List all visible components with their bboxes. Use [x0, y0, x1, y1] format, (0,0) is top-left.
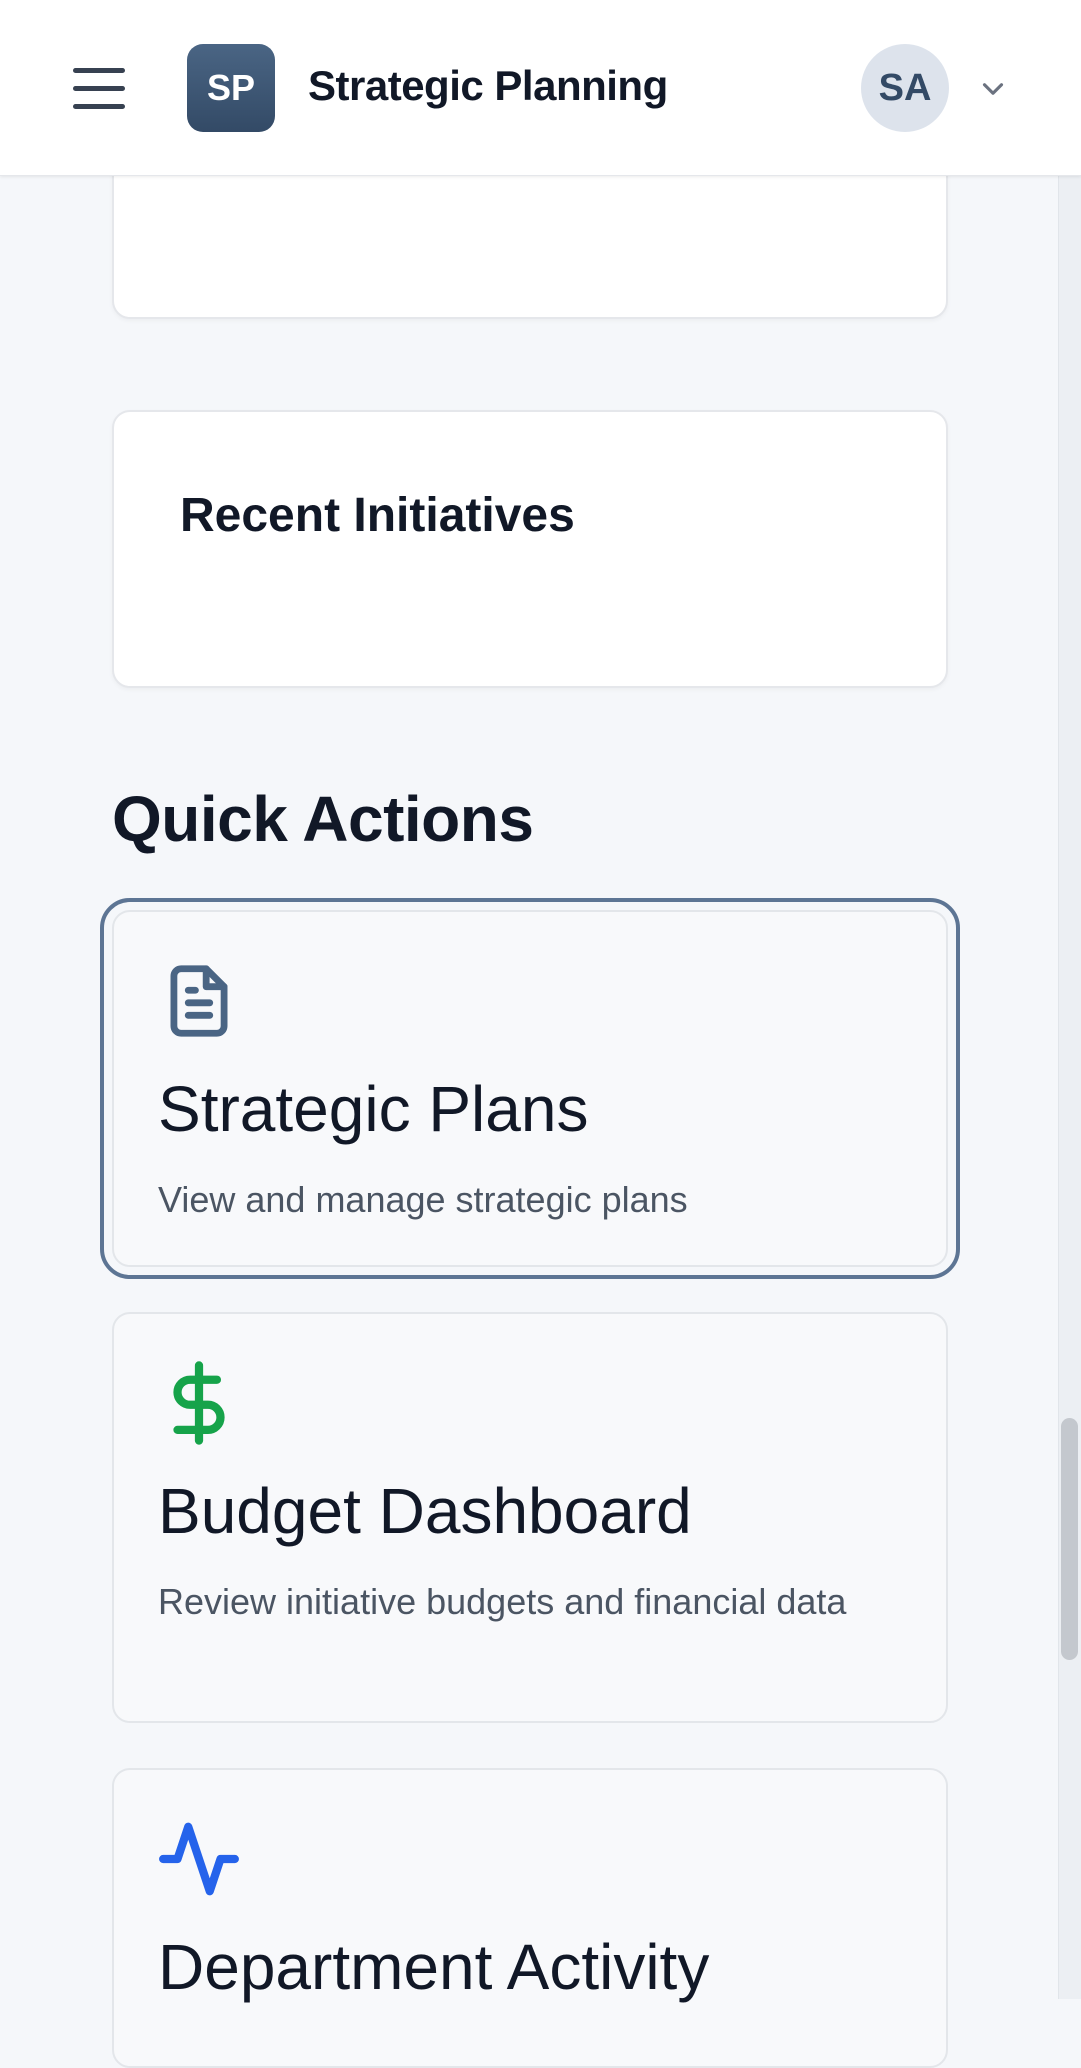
recent-initiatives-card: Recent Initiatives [112, 410, 948, 688]
scrollbar-thumb[interactable] [1061, 1418, 1078, 1660]
quick-action-description: View and manage strategic plans [158, 1179, 688, 1220]
recent-initiatives-title: Recent Initiatives [180, 489, 575, 542]
quick-action-department-activity[interactable]: Department Activity [112, 1768, 948, 2068]
quick-action-description: Review initiative budgets and financial … [158, 1581, 847, 1622]
document-icon [170, 965, 228, 1037]
app-logo[interactable]: SP [187, 44, 275, 132]
quick-action-title: Department Activity [158, 1931, 710, 2003]
quick-action-title: Strategic Plans [158, 1073, 589, 1145]
top-app-bar: SP Strategic Planning SA [0, 0, 1081, 176]
activity-icon [159, 1822, 239, 1896]
hamburger-menu-icon[interactable] [66, 60, 132, 116]
quick-action-strategic-plans[interactable]: Strategic Plans View and manage strategi… [100, 898, 960, 1279]
dollar-icon [173, 1361, 225, 1445]
quick-action-budget-dashboard[interactable]: Budget Dashboard Review initiative budge… [112, 1312, 948, 1723]
user-avatar[interactable]: SA [861, 44, 949, 132]
app-title: Strategic Planning [308, 62, 668, 109]
chevron-down-icon[interactable] [976, 72, 1010, 106]
quick-actions-title: Quick Actions [112, 783, 534, 855]
quick-action-title: Budget Dashboard [158, 1475, 692, 1547]
scrollbar-track[interactable] [1058, 176, 1081, 1999]
